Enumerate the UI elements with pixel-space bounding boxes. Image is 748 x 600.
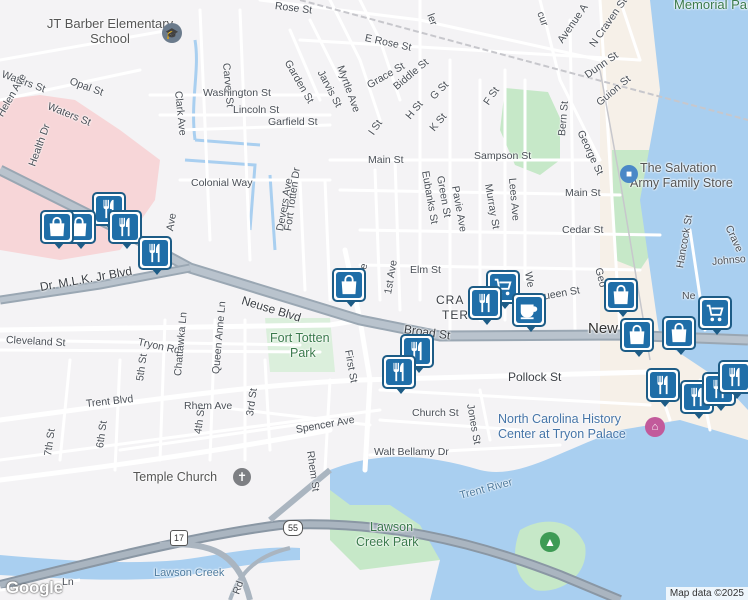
church-icon[interactable]: ✝ [233, 468, 251, 486]
street-label: Colonial Way [191, 177, 253, 189]
park-label[interactable]: Park [290, 346, 316, 360]
museum-label[interactable]: North Carolina History [498, 412, 621, 426]
map-pin-shopping-cart[interactable] [698, 296, 732, 335]
school-icon[interactable]: 🎓 [162, 23, 182, 43]
google-logo: Google [6, 578, 63, 597]
map-pin-restaurant[interactable] [646, 368, 680, 407]
shopping-bag-icon [608, 282, 634, 308]
park-label[interactable]: Fort Totten [270, 331, 330, 345]
museum-icon[interactable]: ⌂ [645, 417, 665, 437]
neighborhood-label: CRA [436, 293, 465, 307]
street-label: Walt Bellamy Dr [374, 446, 449, 458]
map-pin-restaurant[interactable] [138, 236, 172, 275]
map-canvas[interactable]: 17 55 Rose St E Rose St ler cur Myrtle A… [0, 0, 748, 600]
shopping-cart-icon [702, 300, 728, 326]
street-label: Lincoln St [233, 104, 280, 116]
park-label[interactable]: Lawson [370, 520, 413, 534]
street-label: Garfield St [268, 116, 318, 128]
map-pin-restaurant[interactable] [468, 286, 502, 325]
restaurant-icon [472, 290, 498, 316]
map-pin-shopping-bag[interactable] [40, 210, 74, 249]
restaurant-icon [386, 359, 412, 385]
school-label[interactable]: JT Barber Elementary School [40, 16, 180, 46]
store-label[interactable]: Army Family Store [630, 176, 733, 190]
us-17-shield-icon: 17 [170, 530, 188, 546]
street-label: Cedar St [562, 224, 604, 236]
shopping-bag-icon [666, 320, 692, 346]
street-label: We [522, 270, 537, 289]
map-pin-shopping-bag[interactable] [620, 318, 654, 357]
street-label: Washington St [203, 87, 271, 99]
shopping-bag-icon[interactable]: ■ [620, 165, 638, 183]
water-label: Lawson Creek [154, 567, 225, 579]
museum-label[interactable]: Center at Tryon Palace [498, 427, 626, 441]
nc-55-shield-icon: 55 [283, 520, 303, 536]
street-label: Elm St [410, 264, 441, 276]
street-label: Main St [368, 154, 404, 166]
restaurant-icon [142, 240, 168, 266]
street-label: Ne [682, 290, 696, 302]
map-pin-restaurant[interactable] [382, 355, 416, 394]
street-label: Sampson St [474, 150, 532, 162]
park-label[interactable]: Creek Park [356, 535, 419, 549]
street-label: Pollock St [508, 370, 562, 384]
restaurant-icon [112, 214, 138, 240]
street-label: Rhem Ave [184, 400, 233, 412]
shopping-bag-icon [44, 214, 70, 240]
tree-park-icon[interactable]: ▲ [540, 532, 560, 552]
map-attribution: Map data ©2025 [665, 587, 748, 600]
store-label[interactable]: The Salvation [640, 161, 716, 175]
map-pin-shopping-bag[interactable] [662, 316, 696, 355]
street-label: Church St [412, 407, 459, 419]
street-label: Ln [62, 576, 74, 588]
shopping-bag-icon [624, 322, 650, 348]
park-label[interactable]: Memorial Park [674, 0, 748, 12]
map-pin-shopping-bag[interactable] [332, 268, 366, 307]
restaurant-icon [650, 372, 676, 398]
coffee-icon [516, 297, 542, 323]
shopping-bag-icon [336, 272, 362, 298]
map-pin-shopping-bag[interactable] [604, 278, 638, 317]
map-pin-coffee[interactable] [512, 293, 546, 332]
map-pin-restaurant[interactable] [718, 360, 748, 399]
street-label: Main St [565, 187, 601, 199]
street-label: New [588, 320, 619, 337]
map-pin-restaurant[interactable] [108, 210, 142, 249]
shield-label: 17 [173, 533, 184, 543]
shield-label: 55 [287, 523, 298, 533]
church-label[interactable]: Temple Church [133, 470, 217, 484]
restaurant-icon [722, 364, 748, 390]
